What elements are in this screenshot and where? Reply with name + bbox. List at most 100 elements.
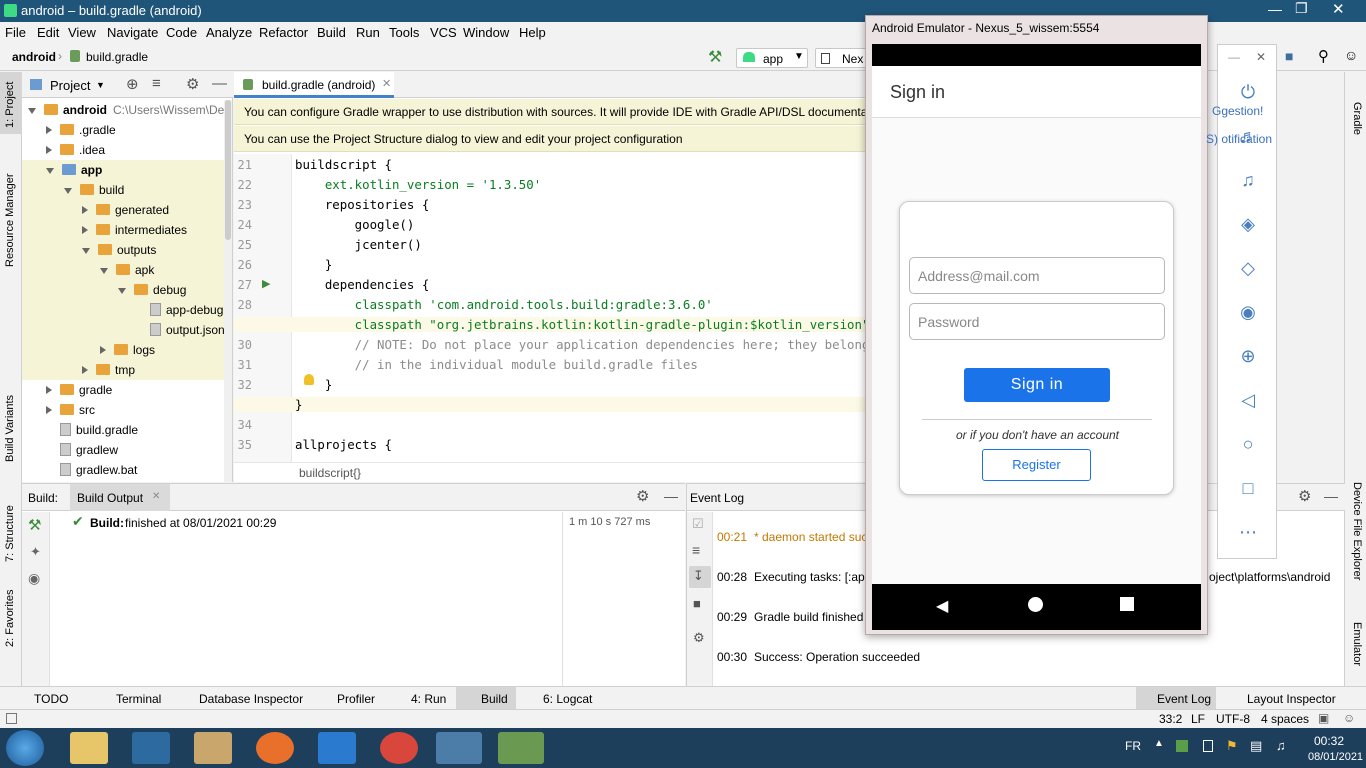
overview-icon[interactable]: □ — [1237, 477, 1259, 499]
email-field[interactable]: Address@mail.com — [909, 257, 1165, 294]
chevron-right-icon[interactable] — [46, 146, 52, 154]
trash-icon[interactable]: ■ — [693, 596, 701, 611]
language-indicator[interactable]: FR — [1125, 739, 1141, 753]
menu-window[interactable]: Window — [463, 25, 509, 40]
tree-item[interactable]: gradlew — [22, 440, 224, 460]
event-text[interactable]: * daemon started suc — [754, 530, 867, 544]
explorer-icon[interactable] — [70, 732, 108, 764]
code-line[interactable]: classpath "org.jetbrains.kotlin:kotlin-g… — [234, 317, 869, 332]
tree-item[interactable]: gradlew.bat — [22, 460, 224, 480]
code-line[interactable]: // NOTE: Do not place your application d… — [295, 337, 870, 352]
chevron-down-icon[interactable] — [100, 268, 108, 274]
tree-item[interactable]: build.gradle — [22, 420, 224, 440]
lightbulb-icon[interactable] — [304, 374, 314, 385]
wrench-icon[interactable]: ⚙ — [693, 630, 705, 646]
file-encoding[interactable]: UTF-8 — [1216, 712, 1250, 726]
tray-flag-icon[interactable]: ⚑ — [1226, 738, 1238, 754]
chevron-right-icon[interactable] — [82, 226, 88, 234]
network-icon[interactable]: ▤ — [1250, 738, 1262, 754]
tool-database-inspector[interactable]: Database Inspector — [199, 692, 303, 706]
tool-build[interactable]: Build — [481, 692, 508, 706]
clock-date[interactable]: 08/01/2021 — [1308, 751, 1363, 763]
target-icon[interactable]: ⊕ — [126, 75, 139, 93]
project-view-label[interactable]: Project — [50, 78, 90, 93]
tree-item[interactable]: gradle — [22, 380, 224, 400]
event-text[interactable]: Gradle build finished — [754, 610, 863, 624]
chevron-down-icon[interactable] — [118, 288, 126, 294]
tool-todo[interactable]: TODO — [34, 692, 68, 706]
tree-item[interactable]: app-debug.a — [22, 300, 224, 320]
tree-item[interactable]: debug — [22, 280, 224, 300]
register-button[interactable]: Register — [982, 449, 1091, 481]
event-text[interactable]: Executing tasks: [:app — [754, 570, 871, 584]
tree-scrollbar-thumb[interactable] — [225, 100, 231, 240]
mark-read-icon[interactable]: ☑ — [692, 516, 704, 532]
menu-edit[interactable]: Edit — [37, 25, 59, 40]
code-line[interactable]: } — [295, 257, 332, 272]
menu-build[interactable]: Build — [317, 25, 346, 40]
code-area[interactable]: buildscript { ext.kotlin_version = '1.3.… — [234, 154, 870, 462]
tree-item[interactable]: build — [22, 180, 224, 200]
chevron-right-icon[interactable] — [82, 366, 88, 374]
menu-analyze[interactable]: Analyze — [206, 25, 252, 40]
menu-run[interactable]: Run — [356, 25, 380, 40]
code-line[interactable]: } — [234, 397, 866, 412]
app-d-icon[interactable] — [132, 732, 170, 764]
tree-item[interactable]: android C:\Users\Wissem\Deskt — [22, 100, 224, 120]
code-line[interactable]: dependencies { — [295, 277, 429, 292]
hammer-icon[interactable]: ⚒ — [708, 47, 722, 67]
tool-project[interactable]: 1: Project — [4, 82, 16, 128]
code-line[interactable]: classpath 'com.android.tools.build:gradl… — [295, 297, 713, 312]
inspector-icon[interactable]: ☺ — [1343, 711, 1355, 725]
tree-item[interactable]: logs — [22, 340, 224, 360]
postman-icon[interactable] — [194, 732, 232, 764]
tree-item[interactable]: apk — [22, 260, 224, 280]
maximize-icon[interactable]: ❐ — [1295, 0, 1308, 17]
menu-vcs[interactable]: VCS — [430, 25, 457, 40]
tool-resource-manager[interactable]: Resource Manager — [4, 173, 16, 267]
code-line[interactable]: jcenter() — [295, 237, 422, 252]
code-line[interactable]: allprojects { — [295, 437, 392, 452]
gear-icon[interactable]: ⚙ — [186, 75, 199, 93]
close-tab-icon[interactable]: ✕ — [382, 77, 391, 90]
close-icon[interactable]: ✕ — [1332, 0, 1345, 18]
chevron-right-icon[interactable] — [46, 386, 52, 394]
menu-view[interactable]: View — [68, 25, 96, 40]
menu-tools[interactable]: Tools — [389, 25, 419, 40]
tool-device-file-explorer[interactable]: Device File Explorer — [1351, 482, 1363, 580]
minimize-icon[interactable]: — — [1228, 50, 1240, 64]
tree-scrollbar[interactable] — [224, 100, 232, 482]
event-text[interactable]: Success: Operation succeeded — [754, 650, 920, 664]
code-line[interactable]: ext.kotlin_version = '1.3.50' — [295, 177, 541, 192]
tray-app-icon[interactable] — [1176, 740, 1188, 752]
tree-item[interactable]: outputs — [22, 240, 224, 260]
collapse-all-icon[interactable]: ≡ — [152, 75, 161, 92]
chevron-right-icon[interactable] — [82, 206, 88, 214]
device-select[interactable]: Nex — [815, 48, 867, 68]
menu-refactor[interactable]: Refactor — [259, 25, 308, 40]
tree-item[interactable]: tmp — [22, 360, 224, 380]
tree-item[interactable]: output.json — [22, 320, 224, 340]
soft-wrap-icon[interactable]: ≡ — [692, 542, 700, 558]
build-output-tab[interactable]: Build Output ✕ — [70, 484, 170, 511]
sign-in-button[interactable]: Sign in — [964, 368, 1110, 402]
tree-item[interactable]: intermediates — [22, 220, 224, 240]
chevron-right-icon[interactable] — [100, 346, 106, 354]
banner-link-notification[interactable]: S) otification — [1206, 132, 1272, 146]
breadcrumb-project[interactable]: android — [12, 50, 56, 64]
code-breadcrumb-item[interactable]: buildscript{} — [299, 466, 361, 480]
lock-icon[interactable]: ▣ — [1318, 711, 1329, 725]
android-studio-taskbar-icon[interactable] — [436, 732, 482, 764]
code-line[interactable]: buildscript { — [295, 157, 392, 172]
tray-expand-icon[interactable]: ▲ — [1154, 738, 1164, 749]
run-config-select[interactable]: app ▼ — [736, 48, 808, 68]
tool-layout-inspector[interactable]: Layout Inspector — [1247, 692, 1336, 706]
password-field[interactable]: Password — [909, 303, 1165, 340]
home-icon[interactable]: ○ — [1237, 433, 1259, 455]
clock-time[interactable]: 00:32 — [1314, 734, 1344, 748]
firefox-icon[interactable] — [256, 732, 294, 764]
chrome-icon[interactable] — [380, 732, 418, 764]
code-line[interactable]: repositories { — [295, 197, 429, 212]
hide-icon[interactable]: — — [212, 75, 227, 92]
code-line[interactable]: // in the individual module build.gradle… — [295, 357, 698, 372]
